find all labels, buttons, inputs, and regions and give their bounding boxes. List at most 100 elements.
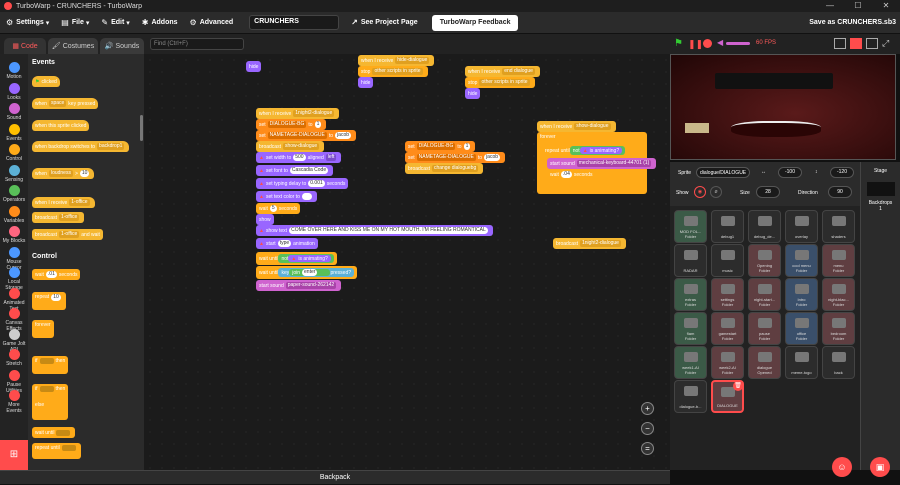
palette-block-forever[interactable]: forever: [32, 320, 54, 338]
block-slot[interactable]: 0.001: [308, 180, 325, 187]
palette-block-repeat[interactable]: repeat 10: [32, 292, 66, 310]
block-slot[interactable]: DIALOGUE-BG: [267, 121, 307, 128]
small-stage-button[interactable]: [834, 38, 846, 49]
block-set-text-color[interactable]: ▲ set text color to: [256, 191, 317, 202]
category-operators[interactable]: Operators: [0, 185, 28, 203]
block-when-receive[interactable]: when I receive 1night2-dialogue: [256, 108, 340, 119]
block-set-variable[interactable]: set DIALOGUE-BG to 1: [405, 141, 476, 152]
sprite-tile[interactable]: shaders: [822, 210, 855, 243]
block-slot[interactable]: space: [48, 100, 67, 107]
feedback-button[interactable]: TurboWarp Feedback: [431, 14, 519, 31]
zoom-in-button[interactable]: +: [641, 402, 654, 415]
color-slot[interactable]: [301, 193, 312, 200]
block-broadcast[interactable]: broadcast 1night2-dialogue: [553, 238, 626, 249]
category-looks[interactable]: Looks: [0, 82, 28, 101]
block-slot[interactable]: 500: [293, 154, 306, 161]
sprite-tile[interactable]: RADAR: [674, 244, 707, 277]
tab-code[interactable]: ▦ Code: [4, 38, 46, 54]
category-my-blocks[interactable]: My Blocks: [0, 226, 28, 244]
block-when-receive[interactable]: when I receive end dialogue: [465, 66, 540, 77]
block-wait-until[interactable]: wait until not ▲ is animating?: [256, 252, 337, 265]
block-wait[interactable]: wait .04 seconds: [547, 169, 596, 180]
block-hide[interactable]: hide: [358, 77, 374, 88]
sprite-tile[interactable]: bedroom Folder: [822, 312, 855, 345]
block-show-text[interactable]: ▲ show text COME OVER HERE AND KISS ME ON …: [256, 225, 493, 236]
palette-block-broadcast-wait[interactable]: broadcast 1-office and wait: [32, 229, 103, 240]
block-set-variable[interactable]: set NAMETAGE-DIALOGUE to jacob: [405, 152, 505, 163]
block-key-pressed[interactable]: key join enter pressed?: [278, 268, 355, 277]
fullscreen-button[interactable]: ⤢: [882, 38, 889, 49]
palette-block-wait[interactable]: wait .01 seconds: [32, 269, 81, 280]
tab-costumes[interactable]: 🖌 Costumes: [48, 38, 98, 54]
category-variables[interactable]: Variables: [0, 205, 28, 224]
sprite-tile[interactable]: pause Folder: [748, 312, 781, 345]
sprite-tile[interactable]: gamestart Folder: [711, 312, 744, 345]
block-slot[interactable]: 5: [269, 205, 277, 212]
block-slot[interactable]: other scripts in sprite: [372, 68, 423, 75]
block-slot[interactable]: [39, 358, 54, 364]
block-slot[interactable]: [39, 386, 54, 392]
block-start-sound[interactable]: start sound mechanical-keyboard-44701 (1): [547, 158, 657, 169]
x-input[interactable]: -100: [778, 167, 802, 178]
block-slot[interactable]: 1night2-dialogue: [579, 240, 621, 247]
block-set-typing-delay[interactable]: ▲ set typing delay to 0.001 seconds: [256, 178, 349, 189]
add-extension-button[interactable]: ⊞: [0, 440, 28, 470]
advanced-menu[interactable]: ⚙ Advanced: [184, 12, 240, 34]
block-join[interactable]: join enter: [289, 269, 331, 276]
choose-backdrop-button[interactable]: ▣: [870, 457, 890, 477]
block-slot[interactable]: NAMETAGE-DIALOGUE: [416, 154, 476, 161]
category-sensing[interactable]: Sensing: [0, 164, 28, 183]
show-hidden-eye-icon[interactable]: ø: [710, 186, 722, 198]
sprite-tile[interactable]: Intro Folder: [785, 278, 818, 311]
palette-block-wait-until[interactable]: wait until: [32, 427, 76, 438]
block-slot[interactable]: mechanical-keyboard-44701 (1): [576, 160, 652, 167]
save-as-button[interactable]: Save as CRUNCHERS.sb3: [809, 12, 896, 34]
block-slot[interactable]: 1: [463, 143, 471, 150]
block-slot[interactable]: 1-office: [58, 231, 80, 238]
file-menu[interactable]: ▤ File ▾: [55, 12, 95, 34]
block-slot[interactable]: type: [277, 240, 292, 247]
block-slot[interactable]: hide-dialogue: [395, 57, 430, 64]
palette-block-if[interactable]: if then: [32, 356, 69, 374]
block-slot[interactable]: left: [325, 154, 337, 161]
sprite-name-input[interactable]: dialogue/DIALOGUE: [696, 167, 750, 178]
minimize-button[interactable]: —: [816, 0, 844, 12]
sprite-tile[interactable]: MOD FOL... Folder: [674, 210, 707, 243]
backpack[interactable]: Backpack: [0, 470, 670, 484]
project-title-input[interactable]: CRUNCHERS: [249, 15, 340, 30]
palette-block-broadcast[interactable]: broadcast 1-office: [32, 212, 85, 223]
block-not[interactable]: not ▲ is animating?: [569, 146, 626, 155]
block-stop[interactable]: stop other scripts in sprite: [465, 77, 535, 88]
block-slot[interactable]: 10: [79, 170, 90, 177]
block-slot[interactable]: change dialoguebg: [431, 165, 479, 172]
block-slot[interactable]: paper-sound-262142: [285, 282, 337, 289]
sprite-tile[interactable]: Opening Folder: [748, 244, 781, 277]
block-slot[interactable]: .01: [45, 271, 57, 278]
sprite-tile[interactable]: night-start... Folder: [748, 278, 781, 311]
sprite-tile[interactable]: week2-AI Folder: [711, 346, 744, 379]
block-hide[interactable]: hide: [246, 61, 262, 72]
block-set-width[interactable]: ▲ set width to 500 aligned left: [256, 152, 342, 163]
block-slot[interactable]: 1-office: [69, 199, 90, 206]
block-slot[interactable]: show-dialogue: [574, 123, 611, 130]
sprite-tile[interactable]: night-blac... Folder: [822, 278, 855, 311]
block-start-sound[interactable]: start sound paper-sound-262142: [256, 280, 342, 291]
block-show[interactable]: show: [256, 214, 274, 225]
block-repeat-until[interactable]: repeat until not ▲ is animating?: [542, 144, 629, 157]
block-not[interactable]: not ▲ is animating?: [278, 254, 334, 263]
category-stretch[interactable]: Stretch: [0, 349, 28, 367]
block-slot[interactable]: NAMETAGE-DIALOGUE: [267, 132, 327, 139]
category-more-events[interactable]: More Events: [0, 390, 28, 414]
sprite-tile[interactable]: back: [822, 346, 855, 379]
choose-sprite-button[interactable]: ☺: [832, 457, 852, 477]
block-slot[interactable]: .04: [560, 171, 572, 178]
stage-size-button[interactable]: [866, 38, 878, 49]
sprite-tile[interactable]: dialogue-b...: [674, 380, 707, 413]
block-hide[interactable]: hide: [465, 88, 481, 99]
sprite-tile[interactable]: flam Folder: [674, 312, 707, 345]
block-slot[interactable]: Cascadia Code: [289, 167, 329, 174]
palette-block-when-key[interactable]: when space key pressed: [32, 98, 99, 109]
block-slot[interactable]: end dialogue: [502, 68, 535, 75]
block-when-receive[interactable]: when I receive hide-dialogue: [358, 55, 435, 66]
block-broadcast[interactable]: broadcast show-dialogue: [256, 141, 325, 152]
